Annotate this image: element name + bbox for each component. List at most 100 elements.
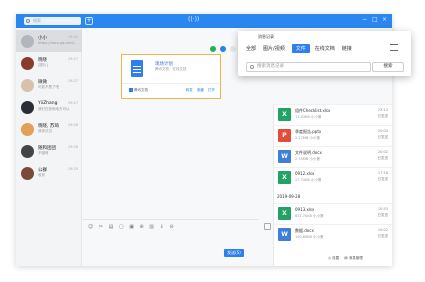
file-meta: 腾讯文档 · 在线文档	[155, 67, 187, 71]
file-name: 数据.docx	[295, 228, 314, 233]
maximize-button[interactable]: □	[372, 16, 378, 23]
settings-link[interactable]: ◎ 设置	[328, 256, 339, 260]
chat-preview: 我来试试	[38, 129, 52, 133]
file-source: 腾讯文档	[129, 88, 148, 93]
file-row[interactable]: X 0912.xlsx 27.74KB 小小第 17:18 已发送	[274, 167, 393, 188]
avatar	[21, 35, 34, 48]
forward-link[interactable]: 转发	[186, 88, 193, 92]
chat-time: 19:26	[67, 123, 78, 127]
file-row[interactable]: X 组件Checklist.xlsx 13.03KB 小小第 23:13 已发送	[274, 104, 393, 125]
file-type-icon: W	[278, 228, 291, 241]
chat-preview: 可能不是了吧	[38, 85, 59, 89]
file-meta: 27.74KB 小小第	[295, 178, 322, 182]
search-icon	[250, 65, 254, 69]
file-actions: 转发 收藏 打开	[183, 88, 215, 93]
more-icon[interactable]	[230, 46, 236, 52]
file-time: 17:18	[377, 171, 388, 175]
popup-header: 消息记录	[258, 34, 274, 39]
file-meta: 13.03KB 小小第	[295, 115, 322, 119]
chat-preview: https://docs.qq.com/...	[38, 41, 78, 45]
chat-list-item[interactable]: 公群 收到 19:25	[16, 162, 82, 184]
screenshot-icon[interactable]	[264, 223, 271, 230]
add-button[interactable]: +	[85, 17, 93, 25]
file-meta: 631.70KB 小小第	[295, 214, 324, 218]
file-time: 20:02	[377, 150, 388, 154]
chat-time: 19:27	[67, 79, 78, 83]
avatar	[21, 123, 34, 136]
file-row[interactable]: W 文件说明.docx 2.35MB 小小第 20:02 已发送	[274, 146, 393, 167]
input-divider	[83, 219, 258, 220]
open-link[interactable]: 打开	[208, 88, 215, 92]
file-name: 文件说明.docx	[295, 150, 322, 155]
call-icons	[210, 46, 240, 54]
file-meta: 2.35MB 小小第	[295, 157, 320, 161]
tab-4[interactable]: 链接	[342, 45, 352, 52]
chat-time: 19:20	[67, 35, 78, 39]
tab-0[interactable]: 全部	[246, 45, 256, 52]
search-input[interactable]: 搜索	[24, 17, 81, 25]
minimize-button[interactable]: −	[362, 16, 367, 23]
file-name: 季度报告.pptx	[295, 129, 322, 134]
file-time: 10:02	[377, 228, 388, 232]
file-status: 已发送	[377, 177, 389, 181]
file-name: 0912.xlsx	[295, 171, 315, 176]
chat-time: 19:25	[67, 167, 78, 171]
filter-icon[interactable]	[390, 44, 398, 51]
chat-list: 小小 https://docs.qq.com/... 19:20 晓晓 [图片] 19:2…	[16, 28, 82, 266]
avatar	[21, 145, 34, 158]
file-meta: 190.69KB 小小第	[295, 235, 324, 239]
app-logo-icon: ((·))	[188, 16, 200, 23]
favorite-link[interactable]: 收藏	[197, 88, 204, 92]
title-bar: 搜索 + ((·)) − □ ×	[16, 14, 392, 28]
file-type-icon: X	[278, 207, 291, 220]
document-icon	[131, 60, 143, 77]
file-panel-footer: ◎ 设置 ▤ 消息管理	[324, 256, 363, 261]
chat-list-item[interactable]: YiiZhang 我们在其他地方可以 19:27	[16, 96, 82, 118]
tab-2[interactable]: 文件	[291, 44, 310, 53]
chat-preview: 我们在其他地方可以	[38, 107, 70, 111]
history-search-input[interactable]: 搜索消息记录	[246, 62, 371, 72]
history-search-button[interactable]: 搜索	[372, 62, 404, 72]
search-icon	[26, 18, 30, 23]
file-time: 10:53	[377, 207, 388, 211]
avatar	[21, 101, 34, 114]
video-icon[interactable]	[220, 46, 226, 52]
file-message-card[interactable]: 现场计划 腾讯文档 · 在线文档 腾讯文档 转发 收藏 打开	[121, 54, 221, 99]
chat-preview: 收到	[38, 173, 45, 177]
chat-list-item[interactable]: 随和团团 不错呀 19:26	[16, 140, 82, 162]
file-row[interactable]: P 季度报告.pptx 2.27MB 小小第 20:04 已发送	[274, 125, 393, 146]
popup-tabs: 全部 图片/视频 文件 在线文档 链接	[246, 44, 359, 53]
file-time: 23:13	[377, 108, 388, 112]
tab-3[interactable]: 在线文档	[315, 45, 335, 52]
file-type-icon: X	[278, 108, 291, 121]
chat-preview: [图片]	[38, 63, 48, 67]
file-status: 已发送	[377, 234, 389, 238]
file-name: 组件Checklist.xlsx	[295, 108, 331, 113]
date-group-label: 2019-09-28	[277, 194, 301, 199]
phone-icon[interactable]	[210, 46, 216, 52]
message-history-popup: 消息记录 全部 图片/视频 文件 在线文档 链接 搜索消息记录 搜索	[238, 31, 411, 76]
tab-1[interactable]: 图片/视频	[263, 45, 285, 52]
chat-time: 19:26	[67, 145, 78, 149]
file-row[interactable]: W 数据.docx 190.69KB 小小第 10:02 已发送	[274, 224, 393, 245]
chat-time: 19:27	[67, 57, 78, 61]
file-time: 20:04	[377, 129, 388, 133]
file-type-icon: W	[278, 150, 291, 163]
send-button[interactable]: 发送(S)	[224, 249, 244, 257]
avatar	[21, 167, 34, 180]
chat-list-item[interactable]: 小小 https://docs.qq.com/... 19:20	[16, 30, 82, 52]
avatar	[21, 79, 34, 92]
close-button[interactable]: ×	[382, 16, 387, 23]
chat-list-item[interactable]: 晓晓, 苏琦 我来试试 19:26	[16, 118, 82, 140]
chat-list-item[interactable]: 微微 可能不是了吧 19:27	[16, 74, 82, 96]
file-row[interactable]: X 0913.xlsx 631.70KB 小小第 10:53 已发送	[274, 203, 393, 224]
file-panel: X 组件Checklist.xlsx 13.03KB 小小第 23:13 已发送 P 季度报…	[273, 104, 393, 266]
chat-preview: 不错呀	[38, 151, 49, 155]
file-name: 0913.xlsx	[295, 207, 315, 212]
avatar	[21, 57, 34, 70]
chat-time: 19:27	[67, 101, 78, 105]
input-toolbar[interactable]: ☺ ✂ ▤ ▢ ▣ ⊕ ▥ ⇓ ⊖	[88, 224, 176, 230]
message-manager-link[interactable]: ▤ 消息管理	[344, 256, 362, 260]
chat-list-item[interactable]: 晓晓 [图片] 19:27	[16, 52, 82, 74]
file-type-icon: P	[278, 129, 291, 142]
